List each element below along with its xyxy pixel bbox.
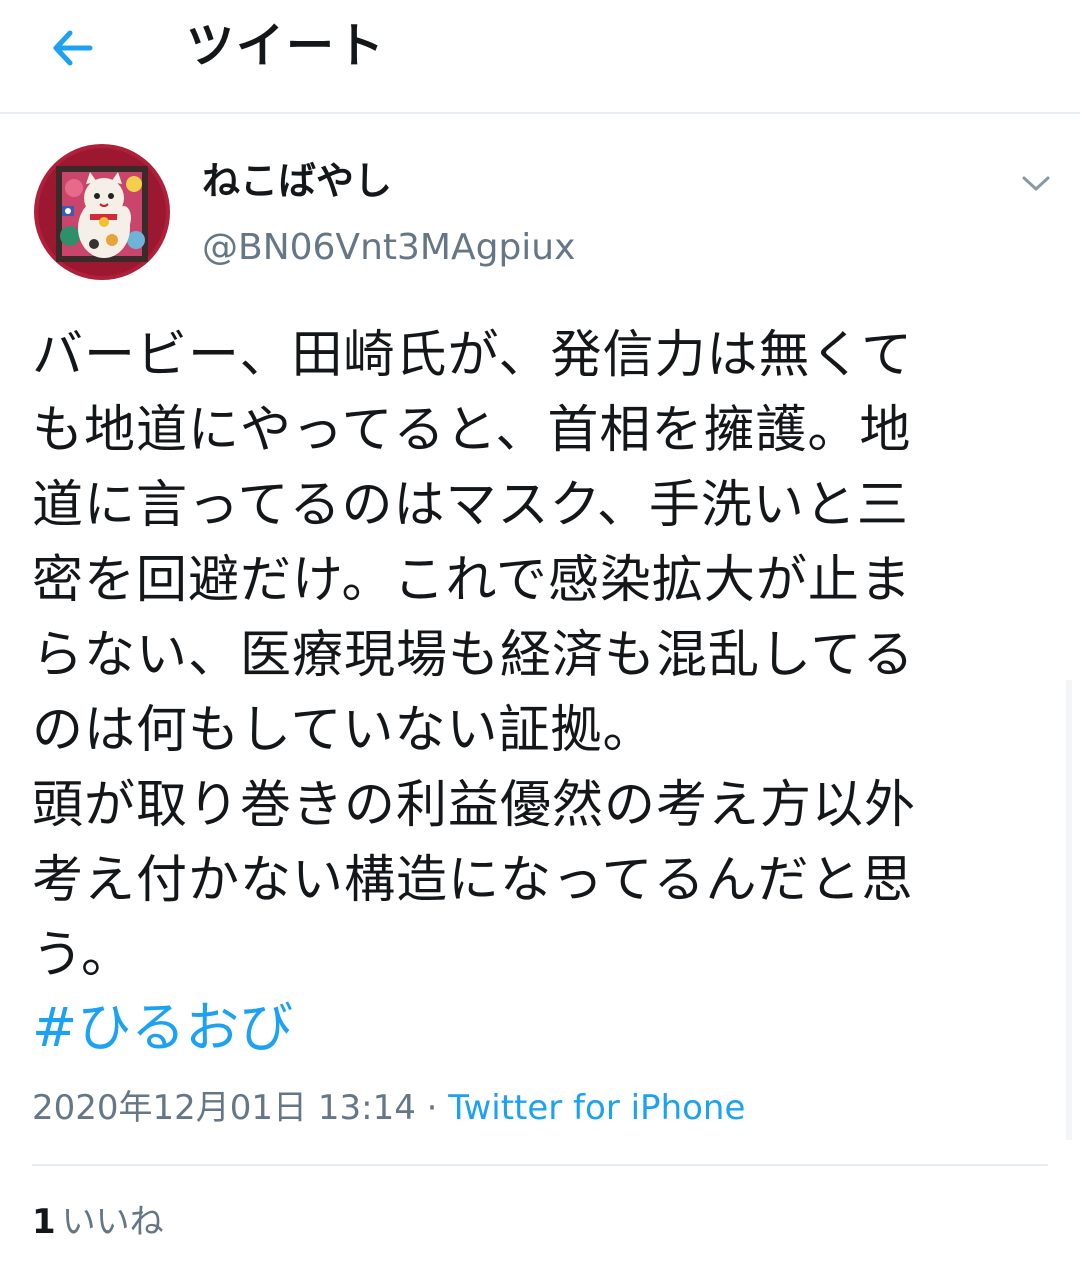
likes-label: いいね <box>61 1202 164 1242</box>
tweet-text-line: バービー、田崎氏が、発信力は無くて <box>32 326 913 385</box>
chevron-down-icon <box>1022 176 1050 191</box>
hashtag-link[interactable]: #ひるおび <box>32 992 293 1064</box>
tweet-text-line: 考え付かない構造になってるんだと思 <box>32 851 914 910</box>
likes-stat[interactable]: 1 いいね <box>32 1200 164 1244</box>
tweet-text-line: う。 <box>32 926 133 985</box>
tweet-text-line: のは何もしていない証拠。 <box>32 701 655 760</box>
tweet-text-line: 密を回避だけ。これで感染拡大が止ま <box>32 551 912 610</box>
maneki-neko-avatar-image <box>34 144 170 280</box>
tweet-timestamp[interactable]: 2020年12月01日 13:14 <box>32 1088 416 1128</box>
tweet-text-line: 道に言ってるのはマスク、手洗いと三 <box>32 476 909 535</box>
scrollbar[interactable] <box>1066 680 1072 1140</box>
author-handle[interactable]: @BN06Vnt3MAgpiux <box>202 224 575 272</box>
likes-count: 1 <box>32 1202 56 1242</box>
divider <box>32 1164 1048 1166</box>
back-button[interactable] <box>44 20 100 76</box>
tweet-text-line: らない、医療現場も経済も混乱してる <box>32 626 915 685</box>
back-arrow-icon <box>53 30 93 66</box>
page-title: ツイート <box>186 18 387 74</box>
tweet-meta: 2020年12月01日 13:14 · Twitter for iPhone <box>32 1086 745 1130</box>
tweet-options-button[interactable] <box>1012 160 1060 208</box>
tweet-text-line: も地道にやってると、首相を擁護。地 <box>32 401 912 460</box>
meta-separator: · <box>415 1088 449 1128</box>
tweet-text-line: 頭が取り巻きの利益優然の考え方以外 <box>32 776 917 835</box>
tweet-source-link[interactable]: Twitter for iPhone <box>448 1088 745 1128</box>
author-display-name[interactable]: ねこばやし <box>202 156 392 206</box>
tweet-text: バービー、田崎氏が、発信力は無くて も地道にやってると、首相を擁護。地 道に言っ… <box>32 318 1042 993</box>
top-bar: ツイート <box>0 0 1080 114</box>
avatar[interactable] <box>34 144 170 280</box>
